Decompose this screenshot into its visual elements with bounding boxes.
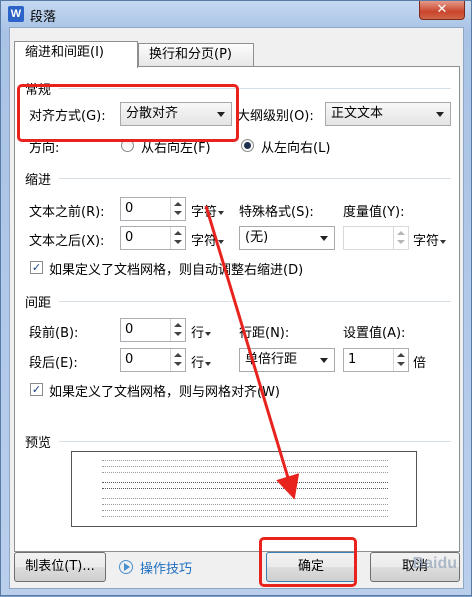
tab-indent-spacing[interactable]: 缩进和间距(I) (14, 41, 138, 68)
annotation-arrow (204, 205, 300, 500)
paragraph-dialog: W 段落 ✕ 缩进和间距(I) 换行和分页(P) 常规 对齐方式(G): 分散对… (0, 0, 472, 596)
watermark: Baidu (412, 555, 457, 572)
